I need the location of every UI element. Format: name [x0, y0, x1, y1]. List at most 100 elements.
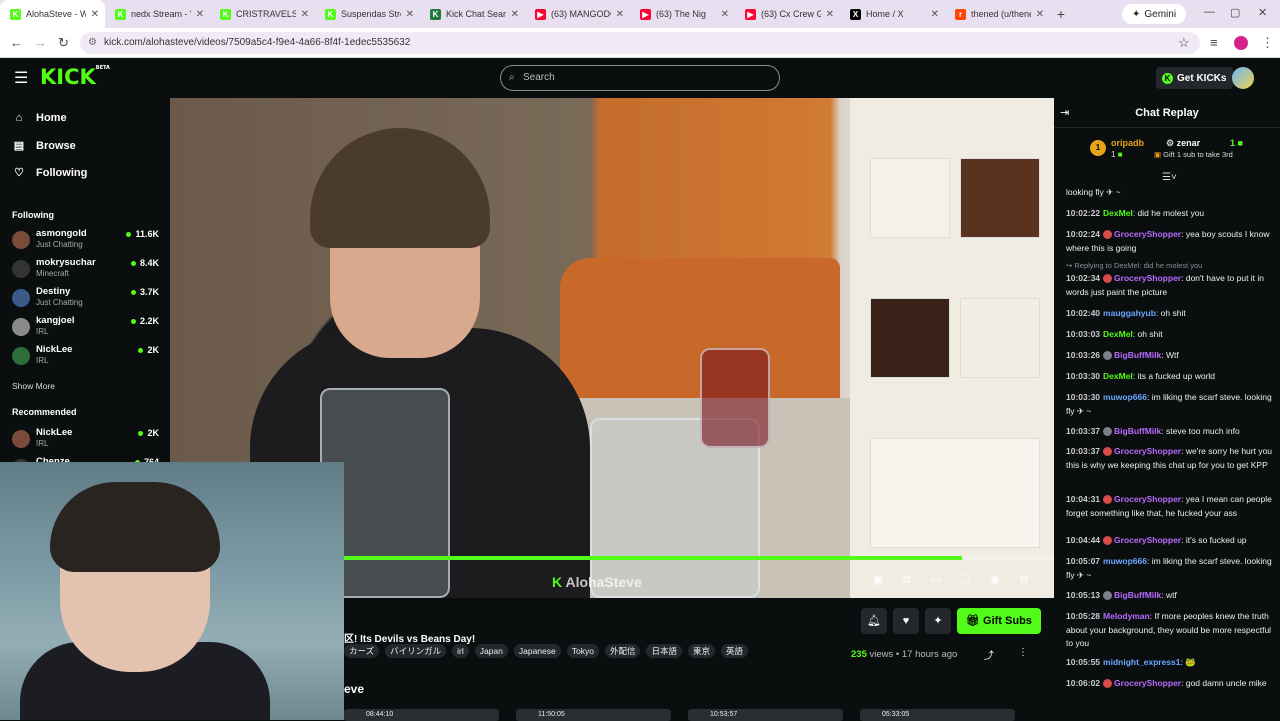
clip-icon[interactable]: ⧉	[899, 572, 915, 588]
tag-chip[interactable]: irl	[452, 644, 469, 658]
forward-icon[interactable]: →	[34, 35, 47, 50]
browser-tab[interactable]: ▶ (63) Cx Crew Go ✕	[735, 0, 840, 28]
sparkle-button[interactable]: ✦	[925, 608, 951, 634]
nav-browse[interactable]: ▤ Browse	[12, 139, 76, 153]
fullscreen-icon[interactable]: ⛶	[957, 572, 973, 588]
extensions-icon[interactable]: ≡	[1210, 35, 1218, 50]
profile-avatar[interactable]	[1234, 36, 1248, 50]
channel-list-item[interactable]: Destiny Just Chatting 3.7K	[12, 286, 162, 314]
tag-chip[interactable]: 英語	[721, 644, 749, 658]
bookmark-star-icon[interactable]: ☆	[1178, 35, 1190, 51]
chat-username[interactable]: Melodyman	[1103, 611, 1150, 621]
video-thumbnail[interactable]: 08:44:10	[344, 709, 499, 721]
chat-username[interactable]: muwop666	[1103, 392, 1147, 402]
site-info-icon[interactable]: ⚙	[88, 32, 97, 54]
tab-close-icon[interactable]: ✕	[1036, 9, 1044, 20]
nav-following[interactable]: ♡ Following	[12, 166, 87, 180]
nav-home[interactable]: ⌂ Home	[12, 112, 67, 124]
chat-username[interactable]: midnight_express1	[1103, 657, 1180, 667]
chat-username[interactable]: muwop666	[1103, 556, 1147, 566]
tab-close-icon[interactable]: ✕	[91, 9, 99, 20]
chat-username[interactable]: BigBuffMilk	[1114, 426, 1161, 436]
browser-tab[interactable]: K CRISTRAVELS St ✕	[210, 0, 315, 28]
gemini-button[interactable]: ✦ Gemini	[1122, 4, 1187, 24]
tab-close-icon[interactable]: ✕	[616, 9, 624, 20]
channel-list-item[interactable]: mokrysuchar Minecraft 8.4K	[12, 257, 162, 285]
tag-chip[interactable]: Japanese	[513, 644, 561, 658]
pip-icon[interactable]: ▭	[928, 572, 944, 588]
browser-tab[interactable]: K AlohaSteve - W ✕	[0, 0, 105, 28]
video-thumbnail[interactable]: 05:33:05	[860, 709, 1015, 721]
follow-heart-button[interactable]: ♥	[893, 608, 919, 634]
browser-tab[interactable]: K Suspendas Strea ✕	[315, 0, 420, 28]
browser-tab[interactable]: r thened (u/thene ✕	[945, 0, 1050, 28]
chat-username[interactable]: GroceryShopper	[1114, 535, 1181, 545]
browser-tab[interactable]: ▶ (63) The Nig ✕	[630, 0, 735, 28]
chat-username[interactable]: mauggahyub	[1103, 308, 1156, 318]
channel-list-item[interactable]: NickLee IRL 2K	[12, 427, 162, 455]
get-kicks-button[interactable]: K Get KICKs	[1156, 67, 1234, 89]
reload-icon[interactable]: ↻	[58, 35, 69, 51]
gift-subs-label: Gift Subs	[983, 615, 1032, 627]
chat-username[interactable]: GroceryShopper	[1114, 678, 1181, 688]
browser-tab[interactable]: X Home / X ✕	[840, 0, 945, 28]
theater-mode-icon[interactable]: ▣	[870, 572, 886, 588]
tag-chip[interactable]: Tokyo	[566, 644, 599, 658]
tab-favicon-icon: ▶	[640, 8, 651, 20]
user-avatar[interactable]	[1232, 67, 1254, 89]
chat-username[interactable]: DexMel	[1103, 208, 1133, 218]
minimize-icon[interactable]: —	[1204, 6, 1215, 18]
kick-logo[interactable]: KICKBETA	[40, 65, 110, 89]
gift-leaderboard[interactable]: 1 oripadb 1 ■ ⚙ zenar 1 ■ ▣ Gift 1 sub t…	[1054, 134, 1280, 174]
tag-chip[interactable]: 日本語	[646, 644, 682, 658]
new-tab-button[interactable]: +	[1050, 6, 1072, 22]
close-window-icon[interactable]: ✕	[1258, 6, 1267, 19]
settings-gear-icon[interactable]: ⚙	[1016, 572, 1032, 588]
tab-close-icon[interactable]: ✕	[931, 9, 939, 20]
chat-message: 10:06:02 GroceryShopper: god damn uncle m…	[1066, 677, 1274, 691]
chat-username[interactable]: DexMel	[1103, 371, 1133, 381]
browser-tab[interactable]: ▶ (63) MANGODO ✕	[525, 0, 630, 28]
browser-tab[interactable]: Knedx Stream - V ✕	[105, 0, 210, 28]
tag-chip[interactable]: 外配信	[604, 644, 641, 658]
chat-username[interactable]: BigBuffMilk	[1114, 350, 1161, 360]
browser-tab[interactable]: K Kick Chat Search ✕	[420, 0, 525, 28]
search-input[interactable]: ⌕ Search	[500, 65, 780, 91]
tab-close-icon[interactable]: ✕	[511, 9, 519, 20]
tag-chip[interactable]: 東京	[688, 644, 716, 658]
progress-bar[interactable]	[344, 556, 1054, 560]
share-icon[interactable]: ⤴	[984, 647, 994, 662]
chat-username[interactable]: GroceryShopper	[1114, 229, 1181, 239]
back-icon[interactable]: ←	[10, 35, 23, 50]
chat-username[interactable]: GroceryShopper	[1114, 494, 1181, 504]
channel-list-item[interactable]: asmongold Just Chatting 11.6K	[12, 228, 162, 256]
url-field[interactable]: ⚙ kick.com/alohasteve/videos/7509a5c4-f9…	[80, 32, 1200, 54]
chat-username[interactable]: DexMel	[1103, 329, 1133, 339]
video-thumbnail[interactable]: 10:53:57	[688, 709, 843, 721]
search-icon: ⌕	[509, 72, 515, 83]
playback-speed-icon[interactable]: ◉	[987, 572, 1003, 588]
channel-name: NickLee	[36, 427, 73, 438]
chat-username[interactable]: GroceryShopper	[1114, 446, 1181, 456]
tab-close-icon[interactable]: ✕	[301, 9, 309, 20]
browser-menu-icon[interactable]: ⋮	[1261, 35, 1274, 51]
gift-subs-button[interactable]: 🎁︎ Gift Subs	[957, 608, 1041, 634]
tab-close-icon[interactable]: ✕	[406, 9, 414, 20]
tab-close-icon[interactable]: ✕	[196, 9, 204, 20]
show-more-link[interactable]: Show More	[12, 381, 55, 391]
video-thumbnail[interactable]: 11:50:05	[516, 709, 671, 721]
tab-close-icon[interactable]: ✕	[826, 9, 834, 20]
chat-filter-icon[interactable]: ☰˅	[1162, 172, 1177, 183]
hamburger-menu-icon[interactable]: ☰	[14, 68, 28, 88]
channel-list-item[interactable]: kangjoel IRL 2.2K	[12, 315, 162, 343]
notification-bell-button[interactable]: 🔔︎	[861, 608, 887, 634]
tag-chip[interactable]: バイリンガル	[385, 644, 447, 658]
chat-username[interactable]: BigBuffMilk	[1114, 590, 1161, 600]
chat-username[interactable]: GroceryShopper	[1114, 273, 1181, 283]
more-options-icon[interactable]: ⋮	[1018, 647, 1028, 658]
channel-list-item[interactable]: NickLee IRL 2K	[12, 344, 162, 372]
tab-close-icon[interactable]: ✕	[721, 9, 729, 20]
tag-chip[interactable]: Japan	[474, 644, 508, 658]
tag-chip[interactable]: カーズ	[344, 644, 380, 658]
maximize-icon[interactable]: ▢	[1230, 6, 1240, 19]
